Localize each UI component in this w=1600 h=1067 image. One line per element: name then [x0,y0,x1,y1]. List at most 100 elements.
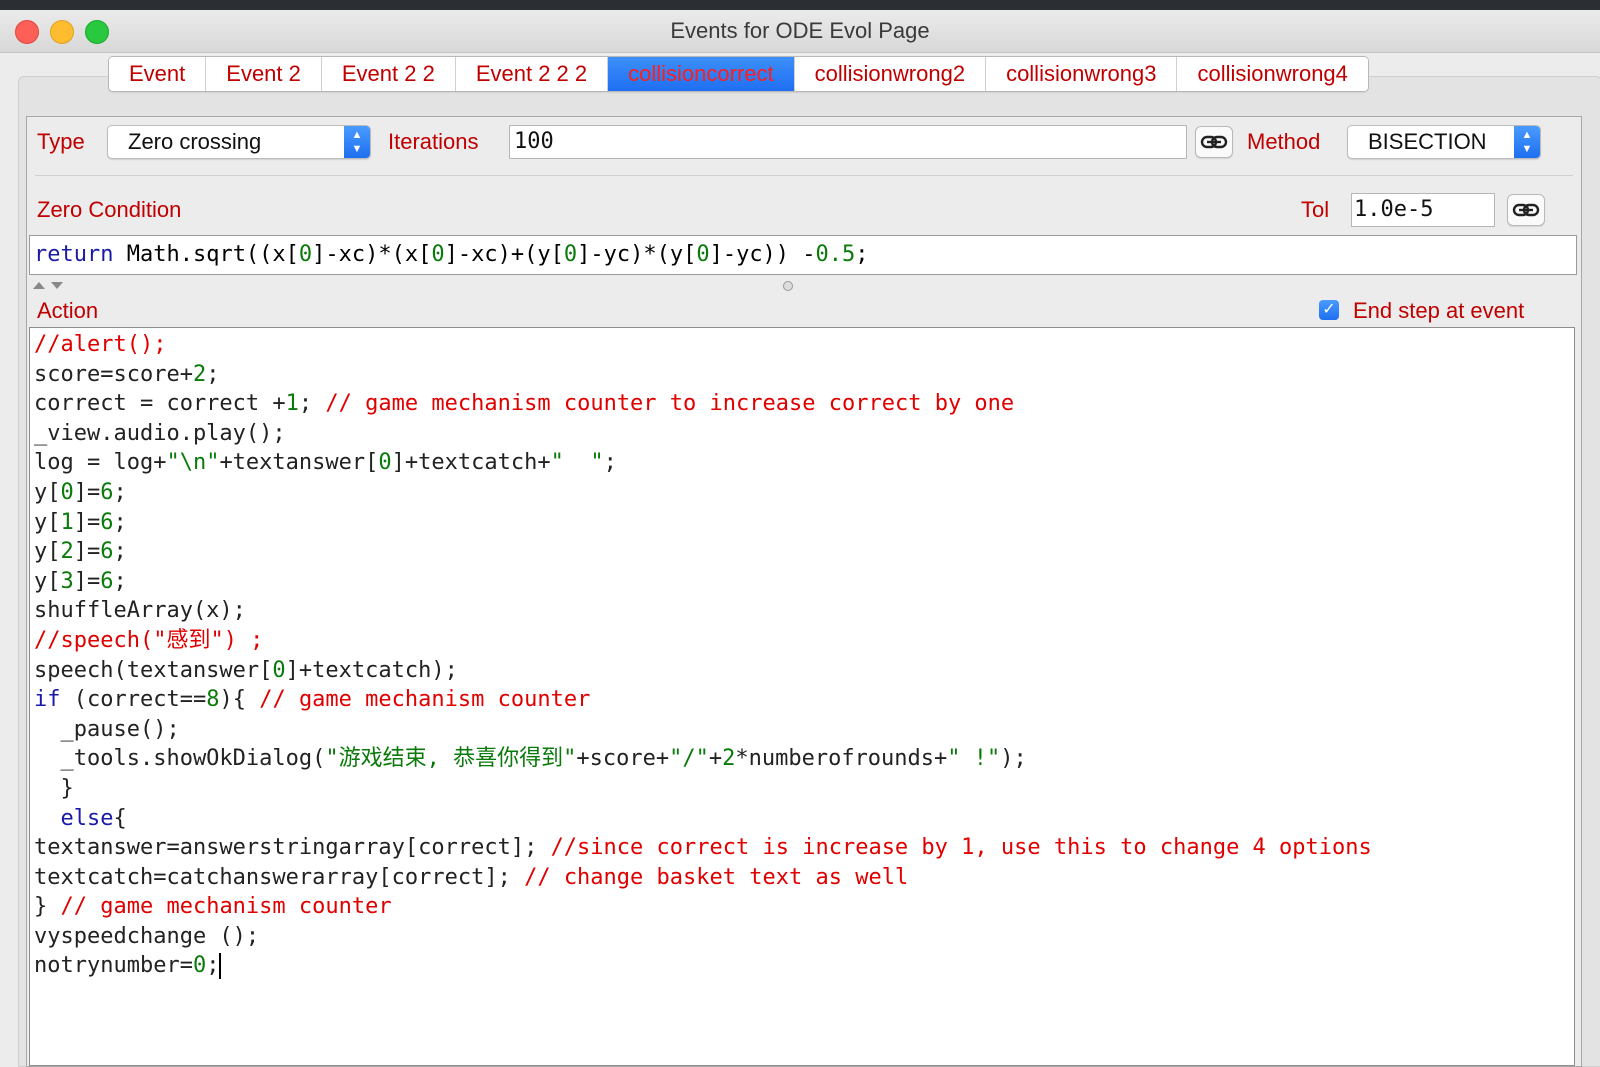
code-text: vyspeedchange (); [34,923,260,949]
code-number: 1 [60,509,74,535]
code-string: "游戏结束, 恭喜你得到" [325,746,577,772]
code-text: textanswer=answerstringarray[correct]; [34,835,551,861]
tab-event-2[interactable]: Event 2 [206,57,322,91]
iterations-label: Iterations [388,129,479,154]
split-pane-divider[interactable] [27,277,1581,295]
desktop-top-strip [0,0,1600,10]
event-tabs: Event Event 2 Event 2 2 Event 2 2 2 coll… [108,56,1369,92]
code-text: correct = correct + [34,391,286,417]
method-label: Method [1247,129,1321,154]
event-editor-panel: Type Zero crossing ▲ ▼ Iterations 100 Met… [26,116,1582,1067]
code-text: _tools.showOkDialog( [34,746,326,772]
code-keyword: else [34,805,114,831]
code-number: 2 [192,361,207,387]
code-text: ]= [73,568,101,594]
tab-event[interactable]: Event [109,57,207,91]
code-string: "/" [669,746,709,772]
code-comment: // change basket text as well [524,864,909,890]
code-text: ){ [219,687,260,713]
code-comment: // game mechanism counter [60,894,392,920]
code-text: (correct== [60,687,207,713]
code-text: ; [298,391,326,417]
code-string: " !" [947,746,1001,772]
chevron-up-down-icon: ▲ ▼ [1514,126,1540,158]
code-number: 3 [60,568,74,594]
splitter-grip[interactable] [783,281,793,291]
code-text: *numberofrounds+ [735,746,948,772]
code-comment: //speech("感到") ; [34,627,264,653]
code-number: 0.5 [815,242,856,267]
code-text: _pause(); [34,716,180,742]
tol-input[interactable]: 1.0e-5 [1351,193,1495,227]
type-select[interactable]: Zero crossing ▲ ▼ [107,125,371,159]
method-select[interactable]: BISECTION ▲ ▼ [1347,125,1541,159]
code-text: ]-xc)+(y[ [444,242,564,267]
code-text: ; [855,242,869,267]
code-number: 0 [696,242,710,267]
code-number: 6 [100,568,114,594]
end-step-checkbox[interactable]: ✓ [1319,300,1339,320]
link-icon [1512,203,1540,217]
code-number: 6 [100,539,114,565]
code-number: 6 [100,509,114,535]
code-text: _view.audio.play(); [34,420,286,446]
title-bar[interactable]: Events for ODE Evol Page [0,10,1600,53]
checkmark-icon: ✓ [1322,301,1336,318]
code-text: y[ [34,568,61,594]
code-number: 0 [378,450,392,476]
tab-event-2-2[interactable]: Event 2 2 [321,57,456,91]
chevron-up-down-icon: ▲ ▼ [344,126,370,158]
method-select-value: BISECTION [1368,129,1487,154]
code-text: ; [206,361,220,387]
code-text: notrynumber= [34,953,193,979]
code-text: score=score+ [34,361,193,387]
code-number: 2 [722,746,736,772]
code-string: " " [550,450,604,476]
zero-condition-editor[interactable]: return Math.sqrt((x[0]-xc)*(x[0]-xc)+(y[… [29,235,1577,275]
code-text: ; [206,953,220,979]
code-text: log = log+ [34,450,167,476]
code-number: 6 [100,479,114,505]
code-text: y[ [34,539,61,565]
zero-condition-label: Zero Condition [37,197,182,222]
code-text: ; [113,568,127,594]
events-window: Events for ODE Evol Page Event Event 2 E… [0,10,1600,1067]
code-text: ; [113,509,127,535]
code-text: ]+textcatch); [285,657,458,683]
code-keyword: if [34,687,61,713]
type-label: Type [37,129,85,154]
tol-label: Tol [1301,197,1330,222]
code-text: ]= [73,509,101,535]
code-text: } [34,775,74,801]
action-code-editor[interactable]: //alert(); score=score+2; correct = corr… [29,327,1575,1066]
code-text: ]+textcatch+ [391,450,551,476]
code-keyword: return [34,242,114,267]
link-variable-button[interactable] [1195,126,1233,158]
collapse-arrows-icon[interactable] [31,279,71,293]
link-variable-button[interactable] [1507,194,1545,226]
code-number: 0 [192,953,207,979]
code-text: speech(textanswer[ [34,657,273,683]
code-text: ; [113,479,127,505]
code-number: 0 [60,479,74,505]
tab-collisioncorrect[interactable]: collisioncorrect [608,57,795,91]
text-cursor [219,953,222,980]
iterations-input[interactable]: 100 [509,125,1187,159]
code-string: "\n" [166,450,220,476]
code-number: 2 [60,539,74,565]
divider [35,175,1573,176]
tab-event-2-2-2[interactable]: Event 2 2 2 [455,57,609,91]
tab-collisionwrong4[interactable]: collisionwrong4 [1177,57,1368,91]
code-number: 0 [431,242,445,267]
code-text: y[ [34,509,61,535]
code-text: ]= [73,539,101,565]
tab-collisionwrong3[interactable]: collisionwrong3 [986,57,1178,91]
code-comment: // game mechanism counter to increase co… [325,391,1015,417]
window-title: Events for ODE Evol Page [670,18,930,43]
code-number: 8 [206,687,220,713]
code-text: shuffleArray(x); [34,598,246,624]
tab-collisionwrong2[interactable]: collisionwrong2 [794,57,987,91]
code-text: + [708,746,723,772]
action-label: Action [37,298,99,323]
code-comment: //alert(); [34,332,167,357]
